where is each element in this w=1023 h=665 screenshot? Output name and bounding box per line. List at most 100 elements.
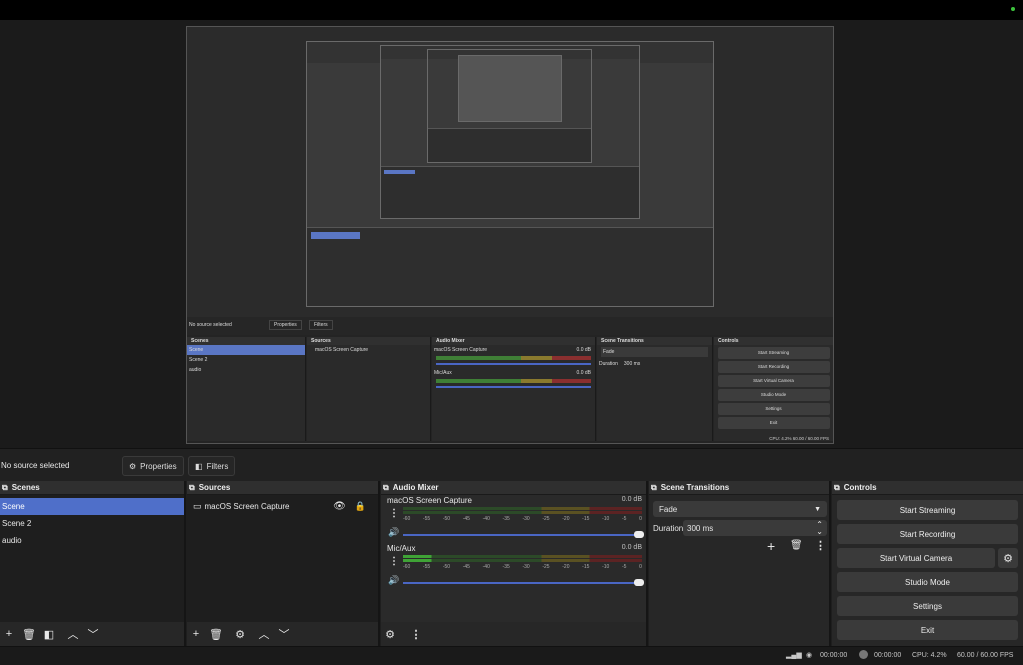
filters-icon: ◧: [195, 461, 203, 471]
preview-control-button: Start Virtual Camera: [717, 375, 830, 387]
status-bar: ▂▄▆ ◉ 00:00:00 00:00:00 CPU: 4.2% 60.00 …: [0, 646, 1023, 665]
preview-sources-title: Sources: [307, 337, 430, 345]
mixer-channel: macOS Screen Capture 0.0 dB ⋮ -60 -55 -50-…: [381, 495, 646, 543]
preview-control-button: Start Streaming: [717, 347, 830, 359]
start-virtual-camera-button[interactable]: Start Virtual Camera: [837, 548, 995, 568]
preview-transitions-title: Scene Transitions: [597, 337, 712, 345]
more-icon[interactable]: ⋮: [409, 627, 423, 641]
trash-icon[interactable]: 🗑: [790, 540, 803, 551]
peak-meter: [403, 555, 642, 558]
preview-scene-item: audio: [189, 367, 202, 373]
speaker-icon[interactable]: 🔊: [388, 575, 399, 586]
duration-spinbox[interactable]: 300 ms ⌃ ⌄: [683, 520, 827, 536]
lock-icon[interactable]: 🔒: [355, 501, 366, 512]
chevron-up-icon[interactable]: ︿: [66, 627, 80, 641]
preview-scene-item: Scene 2: [189, 357, 208, 363]
add-icon[interactable]: +: [2, 627, 16, 641]
meter-scale: -60 -55 -50 -45 -40 -35 -30 -25 -20 -15 -10 -5 0: [403, 516, 642, 522]
chevron-down-icon[interactable]: ﹀: [277, 627, 291, 641]
chevron-down-icon: ▼: [814, 505, 821, 513]
window-titlebar: [0, 0, 1023, 20]
peak-meter: [403, 511, 642, 514]
duration-label: Duration: [653, 524, 684, 533]
preview-controls-title: Controls: [714, 337, 833, 345]
preview-mixer-name: macOS Screen Capture: [434, 347, 488, 353]
properties-button[interactable]: ⚙ Properties: [122, 456, 184, 476]
gear-icon: ⚙: [1003, 552, 1013, 565]
add-icon[interactable]: +: [767, 538, 775, 554]
transition-select[interactable]: Fade ▼: [653, 501, 827, 517]
preview-canvas[interactable]: No source selected Properties Filters Sc…: [186, 26, 834, 444]
preview-status-label: No source selected: [189, 322, 232, 328]
trash-icon[interactable]: 🗑: [209, 627, 223, 641]
more-icon[interactable]: ⋮: [815, 539, 826, 552]
mirror-level-4: [457, 54, 563, 122]
filters-icon[interactable]: ◧: [42, 627, 56, 641]
preview-duration-label: Duration: [599, 361, 618, 367]
add-icon[interactable]: +: [189, 627, 203, 641]
sources-dock: ⧉ Sources ▭ macOS Screen Capture 👁 🔒 + 🗑 …: [187, 481, 380, 646]
scene-item[interactable]: Scene: [0, 498, 184, 515]
scenes-dock: ⧉ Scenes Scene Scene 2 audio + 🗑 ◧ ︿ ﹀: [0, 481, 186, 646]
preview-control-button: Exit: [717, 417, 830, 429]
fps-readout: 60.00 / 60.00 FPS: [957, 652, 1014, 659]
properties-label: Properties: [140, 461, 177, 471]
transitions-title: Scene Transitions: [660, 483, 730, 492]
dock-icon: ⧉: [383, 482, 389, 492]
preview-mixer-db: 0.0 dB: [576, 370, 591, 376]
more-icon[interactable]: ⋮: [389, 556, 399, 567]
eye-icon[interactable]: 👁: [333, 501, 346, 512]
speaker-icon[interactable]: 🔊: [388, 527, 399, 538]
transition-value: Fade: [659, 504, 678, 514]
slider-handle[interactable]: [634, 579, 644, 586]
preview-transitions-dock: Scene Transitions Fade Duration 300 ms: [597, 337, 713, 441]
channel-db: 0.0 dB: [621, 496, 642, 503]
duration-value: 300 ms: [687, 523, 714, 533]
stream-time: 00:00:00: [820, 652, 848, 659]
channel-name: macOS Screen Capture: [387, 496, 472, 505]
scene-item[interactable]: audio: [0, 532, 184, 549]
scenes-title: Scenes: [11, 483, 40, 492]
start-recording-button[interactable]: Start Recording: [837, 524, 1018, 544]
trash-icon[interactable]: 🗑: [22, 627, 36, 641]
gear-icon: ⚙: [129, 461, 137, 471]
slider-handle[interactable]: [634, 531, 644, 538]
chevron-up-icon[interactable]: ︿: [257, 627, 271, 641]
mirror-level-2: [380, 44, 640, 219]
settings-button[interactable]: Settings: [837, 596, 1018, 616]
peak-meter: [403, 507, 642, 510]
preview-scenes-title: Scenes: [187, 337, 305, 345]
preview-filters-button: Filters: [309, 320, 333, 330]
dock-icon: ⧉: [189, 482, 195, 492]
mixer-channel: Mic/Aux 0.0 dB ⋮ -60 -55 -50 -45 -40 -35 -30 -2…: [381, 543, 646, 591]
preview-properties-button: Properties: [269, 320, 302, 330]
signal-icon: ▂▄▆: [786, 652, 802, 659]
exit-button[interactable]: Exit: [837, 620, 1018, 640]
sources-title: Sources: [198, 483, 231, 492]
filters-button[interactable]: ◧ Filters: [188, 456, 236, 476]
gear-icon[interactable]: ⚙: [233, 627, 247, 641]
studio-mode-button[interactable]: Studio Mode: [837, 572, 1018, 592]
gear-icon[interactable]: ⚙: [383, 627, 397, 641]
mirror-level-3: [427, 49, 593, 163]
volume-slider[interactable]: [403, 531, 644, 538]
meter-scale: -60 -55 -50 -45 -40 -35 -30 -25 -20 -15 -10 -5 0: [403, 564, 642, 570]
virtual-camera-settings-button[interactable]: ⚙: [998, 548, 1018, 568]
chevron-down-icon[interactable]: ﹀: [86, 627, 100, 641]
source-item[interactable]: ▭ macOS Screen Capture 👁 🔒: [187, 497, 378, 515]
preview-duration-value: 300 ms: [623, 361, 641, 367]
dock-icon: ⧉: [834, 482, 840, 492]
spinner-icon[interactable]: ⌃ ⌄: [816, 521, 823, 536]
mixer-title: Audio Mixer: [392, 483, 439, 492]
more-icon[interactable]: ⋮: [389, 508, 399, 519]
source-toolbar: No source selected ⚙ Properties ◧ Filter…: [0, 448, 1023, 481]
preview-status-right: CPU: 4.2% 60.00 / 60.00 FPS: [769, 436, 829, 441]
scene-item[interactable]: Scene 2: [0, 515, 184, 532]
controls-title: Controls: [843, 483, 877, 492]
channel-name: Mic/Aux: [387, 544, 416, 553]
record-icon: [859, 650, 868, 659]
preview-transition-select: Fade: [601, 347, 708, 357]
volume-slider[interactable]: [403, 579, 644, 586]
monitor-icon: ▭: [193, 500, 202, 511]
start-streaming-button[interactable]: Start Streaming: [837, 500, 1018, 520]
